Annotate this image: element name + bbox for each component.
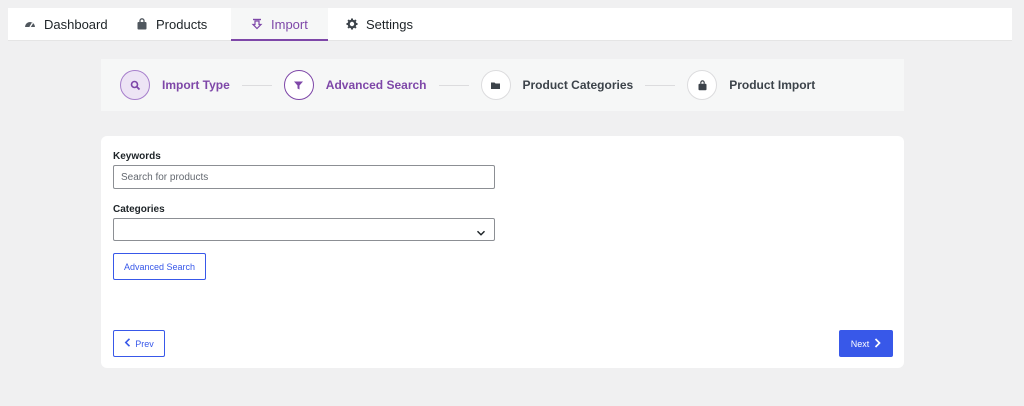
step-product-import[interactable]: Product Import	[687, 70, 815, 100]
gear-icon	[346, 18, 358, 30]
step-product-categories[interactable]: Product Categories	[480, 70, 634, 100]
tab-settings-label: Settings	[366, 16, 413, 32]
shopping-bag-icon	[136, 18, 148, 30]
step-import-type[interactable]: Import Type	[120, 70, 230, 100]
search-icon	[120, 70, 150, 100]
step-label: Advanced Search	[325, 78, 427, 92]
step-label: Import Type	[162, 78, 230, 92]
download-icon	[251, 18, 263, 30]
chevron-right-icon	[874, 337, 881, 350]
chevron-down-icon	[476, 225, 486, 236]
tab-dashboard[interactable]: Dashboard	[8, 8, 114, 40]
tab-settings[interactable]: Settings	[328, 8, 428, 40]
folder-icon	[480, 70, 511, 100]
advanced-search-button-label: Advanced Search	[123, 261, 196, 272]
filter-icon	[283, 70, 314, 100]
chevron-left-icon	[124, 338, 131, 349]
step-connector	[645, 84, 676, 86]
step-connector	[241, 84, 272, 86]
keywords-label: Keywords	[113, 151, 161, 162]
advanced-search-button[interactable]: Advanced Search	[113, 253, 206, 280]
categories-select[interactable]	[113, 218, 495, 241]
keywords-input[interactable]	[113, 165, 495, 189]
prev-button[interactable]: Prev	[113, 330, 165, 357]
tab-dashboard-label: Dashboard	[44, 16, 108, 32]
tab-import[interactable]: Import	[231, 8, 328, 41]
next-button[interactable]: Next	[839, 330, 893, 357]
categories-label: Categories	[113, 204, 165, 215]
step-label: Product Categories	[522, 78, 634, 92]
import-stepper: Import Type Advanced Search Product Cate…	[101, 59, 904, 111]
tab-import-label: Import	[271, 16, 308, 32]
top-nav: Dashboard Products Import Settings	[8, 8, 1012, 41]
tab-products-label: Products	[156, 16, 208, 32]
step-advanced-search[interactable]: Advanced Search	[283, 70, 427, 100]
step-connector	[438, 84, 469, 86]
search-form-card: Keywords Categories Advanced Search Prev…	[101, 136, 904, 368]
gauge-icon	[24, 18, 36, 30]
shopping-bag-icon	[687, 70, 718, 100]
prev-button-label: Prev	[135, 338, 154, 349]
tab-products[interactable]: Products	[114, 8, 231, 40]
next-button-label: Next	[850, 338, 870, 349]
step-label: Product Import	[729, 78, 816, 92]
